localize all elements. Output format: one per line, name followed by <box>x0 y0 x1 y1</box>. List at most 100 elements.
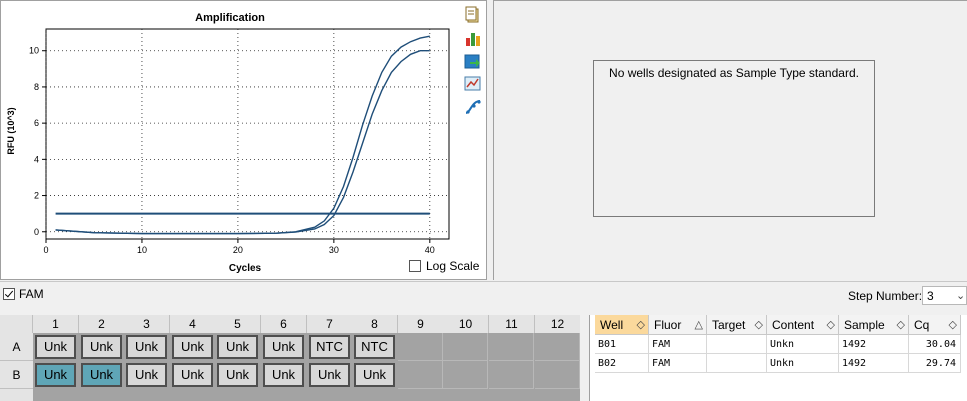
table-cell: B02 <box>595 354 649 373</box>
plate-well[interactable]: Unk <box>217 335 258 359</box>
y-tick-label: 10 <box>29 46 39 56</box>
table-cell: 29.74 <box>909 354 961 373</box>
y-tick-label: 0 <box>34 227 39 237</box>
plate-column-header[interactable]: 9 <box>398 315 444 333</box>
bar-chart-icon[interactable] <box>464 29 482 47</box>
y-tick-label: 4 <box>34 154 39 164</box>
plate-grid: 1 2 3 4 5 6 7 8 9 10 11 12 A Unk Unk Unk Unk Unk Unk NTC NT… <box>0 315 580 401</box>
sort-icon[interactable]: ◇ <box>897 315 905 335</box>
plate-well-empty[interactable] <box>398 361 443 389</box>
plate-column-header[interactable]: 10 <box>443 315 489 333</box>
chevron-down-icon: ⌄ <box>956 290 966 302</box>
plate-well[interactable]: Unk <box>126 363 167 387</box>
sort-icon[interactable]: △ <box>695 315 703 335</box>
plate-column-header[interactable]: 4 <box>170 315 216 333</box>
plate-well[interactable]: Unk <box>126 335 167 359</box>
column-header-label: Content <box>772 318 815 332</box>
plate-column-header[interactable]: 3 <box>124 315 170 333</box>
plate-well-empty[interactable] <box>398 333 443 361</box>
table-splitter[interactable] <box>580 315 589 401</box>
plate-well[interactable]: Unk <box>81 363 122 387</box>
panel-splitter[interactable] <box>0 281 967 282</box>
column-header-sample[interactable]: Sample ◇ <box>839 315 909 335</box>
fam-checkbox[interactable] <box>3 288 15 300</box>
table-cell: 1492 <box>839 354 909 373</box>
column-header-fluor[interactable]: Fluor △ <box>649 315 707 335</box>
column-header-target[interactable]: Target ◇ <box>707 315 767 335</box>
x-tick-label: 40 <box>425 245 435 255</box>
plate-well[interactable]: NTC <box>354 335 395 359</box>
curve-icon[interactable] <box>464 98 482 116</box>
log-scale-checkbox[interactable] <box>409 260 421 272</box>
results-table: Well ◇ Fluor △ Target ◇ Content ◇ Sample ◇ Cq ◇ B01… <box>589 315 967 401</box>
amplification-chart: Amplification Cycles RFU (10^3) 0 10 20 30 4… <box>6 12 450 274</box>
plate-well-empty[interactable] <box>443 333 488 361</box>
standard-curve-box: No wells designated as Sample Type stand… <box>593 60 875 217</box>
plate-column-header[interactable]: 5 <box>215 315 261 333</box>
amplification-curve[interactable] <box>55 50 430 235</box>
table-cell: B01 <box>595 335 649 354</box>
plate-column-header[interactable]: 6 <box>261 315 307 333</box>
zoom-chart-icon[interactable] <box>464 75 482 93</box>
step-number-value: 3 <box>927 289 934 303</box>
step-number-label: Step Number: <box>848 289 923 303</box>
column-header-content[interactable]: Content ◇ <box>767 315 839 335</box>
plate-well[interactable]: Unk <box>263 335 304 359</box>
log-scale-toggle[interactable]: Log Scale <box>409 259 479 273</box>
plate-well-empty[interactable] <box>535 361 580 389</box>
column-header-label: Target <box>712 318 746 332</box>
plate-well[interactable]: NTC <box>309 335 350 359</box>
plate-column-header[interactable]: 11 <box>489 315 535 333</box>
x-tick-label: 10 <box>137 245 147 255</box>
plate-well[interactable]: Unk <box>172 363 213 387</box>
table-cell: Unkn <box>767 335 839 354</box>
plate-well-empty[interactable] <box>489 361 534 389</box>
plate-column-header[interactable]: 1 <box>33 315 79 333</box>
plate-well-empty[interactable] <box>535 333 580 361</box>
plate-well[interactable]: Unk <box>172 335 213 359</box>
x-tick-label: 0 <box>43 245 48 255</box>
copy-icon[interactable] <box>464 6 482 24</box>
plate-well-empty[interactable] <box>489 333 534 361</box>
table-row[interactable]: B02 FAM Unkn 1492 29.74 <box>590 354 967 373</box>
plate-well-empty[interactable] <box>443 361 488 389</box>
export-icon[interactable] <box>464 52 482 70</box>
column-header-cq[interactable]: Cq ◇ <box>909 315 961 335</box>
plate-well[interactable]: Unk <box>263 363 304 387</box>
sort-icon[interactable]: ◇ <box>827 315 835 335</box>
step-number-select[interactable]: 3 ⌄ <box>922 286 967 305</box>
y-tick-label: 2 <box>34 191 39 201</box>
plate-column-header[interactable]: 12 <box>535 315 580 333</box>
fluor-toggle-fam[interactable]: FAM <box>3 287 44 301</box>
y-axis-label: RFU (10^3) <box>6 107 16 154</box>
plate-column-header[interactable]: 7 <box>307 315 353 333</box>
table-cell: FAM <box>649 335 707 354</box>
plate-row-header[interactable] <box>0 389 33 401</box>
table-cell <box>707 354 767 373</box>
table-cell: 1492 <box>839 335 909 354</box>
x-tick-label: 20 <box>233 245 243 255</box>
plate-well[interactable]: Unk <box>35 335 76 359</box>
column-header-well[interactable]: Well ◇ <box>595 315 649 335</box>
sort-icon[interactable]: ◇ <box>637 315 645 335</box>
plate-well[interactable]: Unk <box>81 335 122 359</box>
x-axis-label: Cycles <box>229 263 262 274</box>
y-tick-label: 8 <box>34 82 39 92</box>
table-row[interactable]: B01 FAM Unkn 1492 30.04 <box>590 335 967 354</box>
plate-column-header[interactable]: 2 <box>79 315 125 333</box>
plate-well[interactable]: Unk <box>309 363 350 387</box>
fam-label: FAM <box>19 287 44 301</box>
amplification-chart-panel: Amplification Cycles RFU (10^3) 0 10 20 30 4… <box>0 0 487 280</box>
y-tick-label: 6 <box>34 118 39 128</box>
sort-icon[interactable]: ◇ <box>755 315 763 335</box>
amplification-curve[interactable] <box>55 35 430 235</box>
plate-well[interactable]: Unk <box>35 363 76 387</box>
plate-column-header[interactable]: 8 <box>352 315 398 333</box>
plate-well[interactable]: Unk <box>354 363 395 387</box>
plate-well[interactable]: Unk <box>217 363 258 387</box>
x-tick-label: 30 <box>329 245 339 255</box>
table-cell: Unkn <box>767 354 839 373</box>
plate-row-header[interactable]: A <box>0 333 33 361</box>
plate-row-header[interactable]: B <box>0 361 33 389</box>
sort-icon[interactable]: ◇ <box>949 315 957 335</box>
